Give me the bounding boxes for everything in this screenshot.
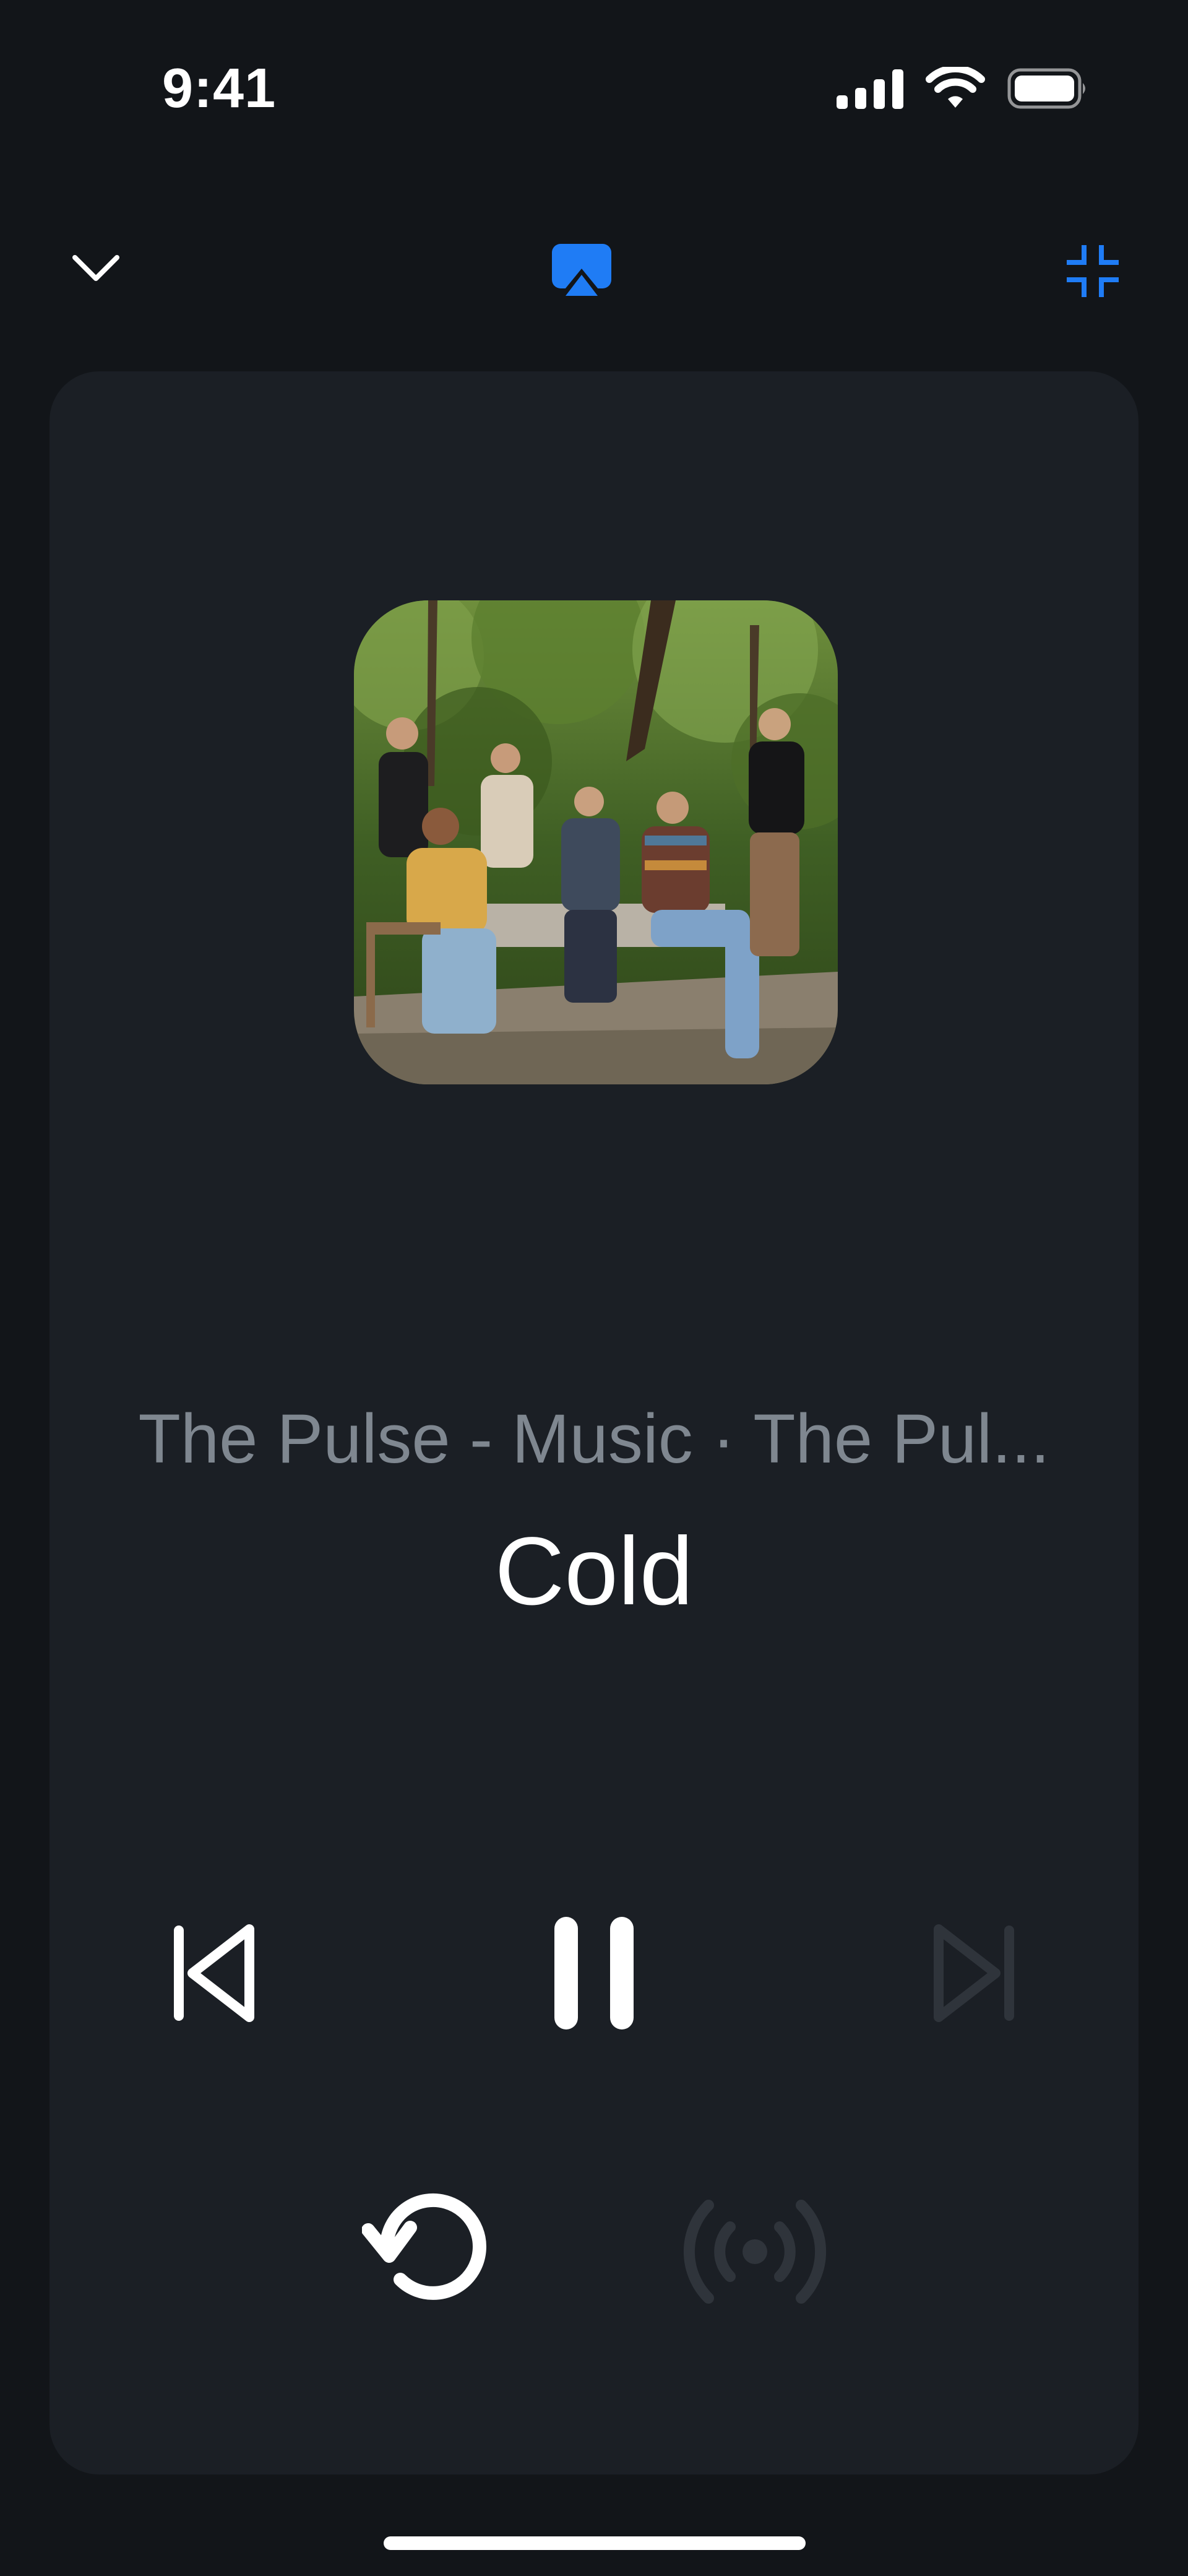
- airplay-icon: [551, 243, 613, 300]
- skip-next-icon: [931, 1921, 1018, 2029]
- restart-icon: [361, 2187, 492, 2320]
- album-artwork: [354, 600, 838, 1084]
- wifi-icon: [926, 64, 985, 113]
- status-icons: [837, 64, 1089, 113]
- now-playing-subtitle: The Pulse - Music · The Pul...: [138, 1400, 1050, 1477]
- top-bar: [0, 223, 1188, 328]
- pause-icon: [551, 1914, 637, 2035]
- chevron-down-icon: [71, 253, 121, 287]
- broadcast-icon: [681, 2184, 829, 2323]
- previous-button[interactable]: [161, 1906, 266, 2042]
- pause-button[interactable]: [538, 1900, 650, 2049]
- player-card: The Pulse - Music · The Pul... Cold: [50, 371, 1138, 2474]
- broadcast-button[interactable]: [674, 2179, 835, 2327]
- status-time: 9:41: [162, 58, 277, 119]
- airplay-button[interactable]: [544, 234, 619, 308]
- next-button[interactable]: [922, 1906, 1027, 2042]
- home-indicator: [384, 2536, 806, 2550]
- signal-icon: [837, 68, 903, 112]
- collapse-button[interactable]: [62, 235, 130, 303]
- now-playing-title: Cold: [494, 1518, 694, 1625]
- skip-previous-icon: [170, 1921, 257, 2029]
- battery-icon: [1007, 68, 1089, 112]
- status-bar: 9:41: [0, 0, 1188, 173]
- minimize-icon: [1065, 244, 1120, 301]
- restart-button[interactable]: [353, 2179, 501, 2327]
- minimize-button[interactable]: [1056, 235, 1130, 309]
